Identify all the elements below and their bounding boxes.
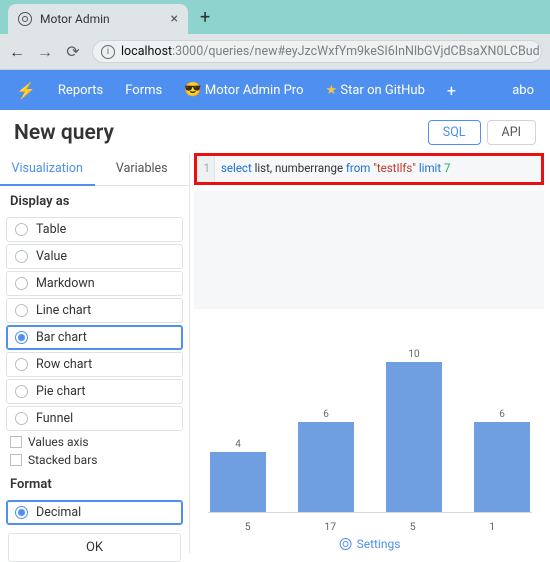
- bar-column[interactable]: 6: [298, 409, 354, 512]
- logo-bolt-icon[interactable]: ⚡: [16, 81, 36, 100]
- editor-gutter: 1: [197, 156, 215, 182]
- x-tick-label: 1: [489, 520, 495, 533]
- new-tab-button[interactable]: +: [192, 7, 218, 28]
- display-option-row-chart[interactable]: Row chart: [6, 352, 183, 377]
- nav-back-icon[interactable]: ←: [8, 42, 26, 62]
- bar: [474, 422, 530, 512]
- radio-icon: [15, 277, 28, 290]
- chart-settings-link[interactable]: Settings: [340, 537, 401, 551]
- radio-icon: [15, 385, 28, 398]
- option-label: Line chart: [36, 303, 91, 318]
- tab-title: Motor Admin: [40, 12, 110, 26]
- display-option-funnel[interactable]: Funnel: [6, 406, 183, 431]
- radio-icon: [15, 412, 28, 425]
- site-info-icon[interactable]: i: [101, 45, 115, 59]
- app-nav: ⚡ Reports Forms 😎 Motor Admin Pro ★ Star…: [0, 70, 550, 110]
- checkbox-icon: [10, 454, 22, 466]
- tab-variables[interactable]: Variables: [95, 153, 190, 186]
- sunglasses-icon: 😎: [184, 82, 201, 98]
- address-bar[interactable]: i localhost:3000/queries/new#eyJzcWxfYm9…: [92, 40, 542, 63]
- bar-column[interactable]: 6: [474, 409, 530, 512]
- bar: [210, 452, 266, 512]
- mode-api-button[interactable]: API: [487, 120, 536, 145]
- page-header: New query SQL API: [0, 110, 550, 153]
- page-title: New query: [14, 121, 114, 145]
- bar-value-label: 10: [408, 349, 419, 360]
- radio-icon: [15, 506, 28, 519]
- option-label: Bar chart: [36, 330, 87, 345]
- url-host: localhost: [121, 44, 172, 59]
- display-option-value[interactable]: Value: [6, 244, 183, 269]
- format-heading: Format: [0, 469, 189, 498]
- tab-visualization[interactable]: Visualization: [0, 153, 95, 186]
- radio-icon: [15, 250, 28, 263]
- chart-area: 4 6 10 6 5 17 5 1 Settings: [190, 309, 550, 553]
- bar-value-label: 6: [323, 409, 329, 420]
- browser-toolbar: ← → ⟳ i localhost:3000/queries/new#eyJzc…: [0, 34, 550, 70]
- browser-tab-strip: Motor Admin × +: [0, 0, 550, 34]
- bar-value-label: 4: [235, 439, 241, 450]
- radio-icon: [15, 223, 28, 236]
- display-as-heading: Display as: [0, 186, 189, 215]
- option-label: Row chart: [36, 357, 92, 372]
- bar-value-label: 6: [499, 409, 505, 420]
- sidebar: Visualization Variables Display as Table…: [0, 153, 190, 553]
- ok-button[interactable]: OK: [8, 533, 181, 562]
- values-axis-checkbox[interactable]: Values axis: [0, 433, 189, 451]
- site-favicon: [18, 12, 32, 26]
- option-label: Pie chart: [36, 384, 86, 399]
- sql-editor[interactable]: 1 select list, numberrange from "testIlf…: [197, 156, 541, 182]
- x-tick-label: 17: [324, 520, 336, 533]
- display-option-table[interactable]: Table: [6, 217, 183, 242]
- editor-code[interactable]: select list, numberrange from "testIlfs"…: [215, 156, 456, 182]
- close-tab-icon[interactable]: ×: [171, 11, 178, 27]
- nav-right-fragment[interactable]: abo: [512, 83, 534, 98]
- x-tick-label: 5: [410, 520, 416, 533]
- checkbox-icon: [10, 436, 22, 448]
- editor-empty-area[interactable]: [194, 191, 544, 309]
- star-icon: ★: [326, 83, 338, 98]
- url-path: /queries/new#eyJzcWxfYm9keSI6InNlbGVjdCB…: [203, 44, 542, 59]
- option-label: Markdown: [36, 276, 95, 291]
- nav-star-github[interactable]: ★ Star on GitHub: [326, 83, 425, 98]
- bar: [386, 362, 442, 512]
- stacked-bars-checkbox[interactable]: Stacked bars: [0, 451, 189, 469]
- gear-icon: [340, 538, 352, 550]
- nav-reload-icon[interactable]: ⟳: [64, 42, 82, 61]
- mode-sql-button[interactable]: SQL: [428, 120, 481, 145]
- nav-add-button[interactable]: +: [447, 81, 456, 100]
- bar: [298, 422, 354, 512]
- option-label: Funnel: [36, 411, 73, 426]
- sql-editor-highlight: 1 select list, numberrange from "testIlf…: [194, 153, 544, 185]
- nav-forward-icon[interactable]: →: [36, 42, 54, 62]
- display-option-markdown[interactable]: Markdown: [6, 271, 183, 296]
- x-tick-label: 5: [245, 520, 251, 533]
- option-label: Decimal: [36, 505, 81, 520]
- option-label: Value: [36, 249, 67, 264]
- radio-icon: [15, 331, 28, 344]
- display-option-pie-chart[interactable]: Pie chart: [6, 379, 183, 404]
- nav-forms[interactable]: Forms: [125, 83, 162, 98]
- bar-column[interactable]: 10: [386, 349, 442, 512]
- nav-reports[interactable]: Reports: [58, 83, 103, 98]
- option-label: Table: [36, 222, 66, 237]
- radio-icon: [15, 358, 28, 371]
- radio-icon: [15, 304, 28, 317]
- display-option-line-chart[interactable]: Line chart: [6, 298, 183, 323]
- format-option-decimal[interactable]: Decimal: [6, 500, 183, 525]
- nav-pro[interactable]: 😎 Motor Admin Pro: [184, 82, 303, 98]
- url-port: :3000: [172, 44, 203, 59]
- bar-column[interactable]: 4: [210, 439, 266, 512]
- display-option-bar-chart[interactable]: Bar chart: [6, 325, 183, 350]
- browser-tab[interactable]: Motor Admin ×: [8, 4, 188, 34]
